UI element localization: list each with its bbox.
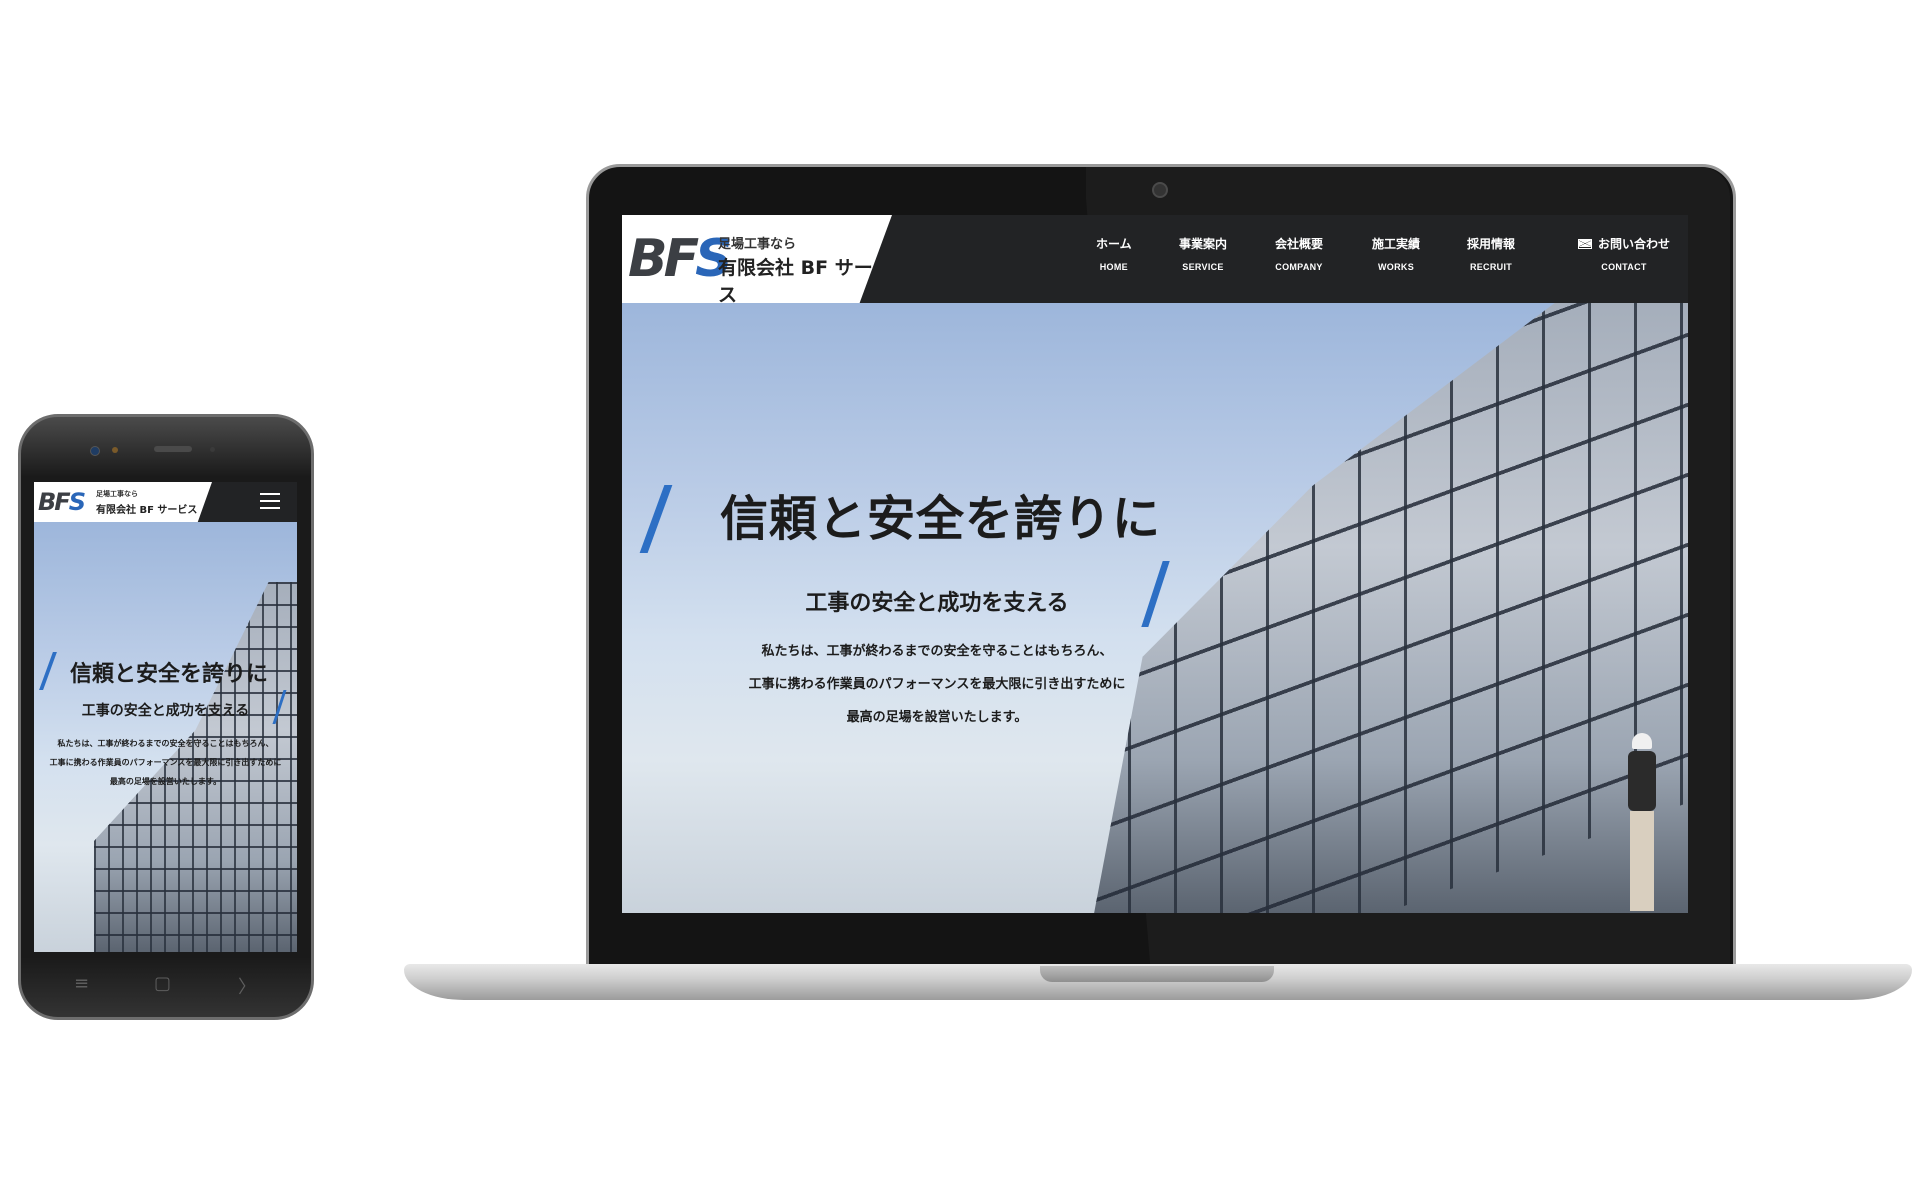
hero-body-line: 私たちは、工事が終わるまでの安全を守ることはもちろん、 (57, 739, 274, 748)
nav-home[interactable]: ホーム HOME (1096, 235, 1132, 272)
nav-service[interactable]: 事業案内 SERVICE (1179, 235, 1227, 272)
mail-icon (1578, 239, 1592, 249)
mobile-logo-area[interactable]: BFS 足場工事なら 有限会社 BF サービス (34, 482, 212, 522)
hero-body: 私たちは、工事が終わるまでの安全を守ることはもちろん、 工事に携わる作業員のパフ… (34, 734, 297, 791)
menu-bar (260, 493, 280, 495)
nav-company[interactable]: 会社概要 COMPANY (1275, 235, 1323, 272)
accent-slash (639, 485, 673, 553)
nav-label: お問い合わせ (1598, 237, 1671, 251)
hero-section: 信頼と安全を誇りに 工事の安全と成功を支える 私たちは、工事が終わるまでの安全を… (622, 303, 1688, 913)
company-name: 有限会社 BF サービス (96, 505, 198, 516)
hero-headline: 信頼と安全を誇りに (720, 491, 1162, 547)
logo-area[interactable]: BFS 足場工事なら 有限会社 BF サービス (622, 215, 892, 303)
laptop-opening-notch (1040, 966, 1274, 982)
bfs-logo: BFS (38, 488, 86, 516)
nav-contact-row: お問い合わせ (1578, 235, 1670, 252)
nav-sublabel: SERVICE (1182, 262, 1224, 272)
nav-recruit[interactable]: 採用情報 RECRUIT (1467, 235, 1515, 272)
bfs-logo: BFS (628, 229, 733, 289)
laptop-screen: BFS 足場工事なら 有限会社 BF サービス ホーム HOME 事業案内 SE… (622, 215, 1688, 913)
nav-label: 事業案内 (1179, 237, 1228, 251)
phone-sensor (210, 447, 215, 452)
menu-bar (260, 500, 280, 502)
nav-sublabel: COMPANY (1275, 262, 1323, 272)
hero-body-line: 工事に携わる作業員のパフォーマンスを最大限に引き出すために (49, 758, 282, 767)
phone-home-button[interactable]: ▢ (154, 973, 171, 994)
hero-subheadline: 工事の安全と成功を支える (81, 703, 250, 719)
accent-slash (39, 652, 57, 690)
site-header: BFS 足場工事なら 有限会社 BF サービス ホーム HOME 事業案内 SE… (622, 215, 1688, 303)
hero-worker-figure (1622, 733, 1662, 913)
nav-label: ホーム (1096, 237, 1132, 251)
phone-speaker (154, 446, 192, 452)
hero-body-line: 最高の足場を設営いたします。 (109, 777, 222, 786)
hero-subheadline: 工事の安全と成功を支える (805, 591, 1069, 616)
hero-body-line: 私たちは、工事が終わるまでの安全を守ることはもちろん、 (761, 644, 1113, 659)
phone-back-button[interactable]: 〉 (238, 973, 256, 999)
nav-sublabel: CONTACT (1601, 262, 1647, 272)
company-name: 有限会社 BF サービス (718, 257, 892, 306)
phone-screen: BFS 足場工事なら 有限会社 BF サービス 信頼と安全を誇りに 工事の安全と… (34, 482, 297, 952)
site-tagline: 足場工事なら (96, 490, 138, 498)
nav-label: 施工実績 (1372, 237, 1421, 251)
site-tagline: 足場工事なら (718, 237, 797, 252)
mobile-hero-section: 信頼と安全を誇りに 工事の安全と成功を支える 私たちは、工事が終わるまでの安全を… (34, 522, 297, 952)
worker-legs (1630, 811, 1654, 911)
hamburger-menu-icon[interactable] (260, 493, 280, 511)
nav-label: 会社概要 (1275, 237, 1324, 251)
nav-contact[interactable]: お問い合わせ CONTACT (1578, 235, 1670, 272)
phone-flash (112, 447, 118, 453)
worker-helmet (1632, 733, 1652, 749)
nav-label: 採用情報 (1467, 237, 1516, 251)
worker-body (1628, 751, 1656, 811)
nav-sublabel: RECRUIT (1469, 262, 1513, 272)
mobile-site-header: BFS 足場工事なら 有限会社 BF サービス (34, 482, 297, 522)
laptop-camera (1152, 182, 1168, 198)
nav-works[interactable]: 施工実績 WORKS (1372, 235, 1420, 272)
menu-bar (260, 507, 280, 509)
hero-body-line: 工事に携わる作業員のパフォーマンスを最大限に引き出すために (748, 677, 1126, 692)
hero-body-line: 最高の足場を設営いたします。 (846, 710, 1028, 725)
hero-headline: 信頼と安全を誇りに (70, 662, 269, 687)
phone-front-camera (90, 446, 100, 456)
nav-sublabel: WORKS (1378, 262, 1414, 272)
hero-body: 私たちは、工事が終わるまでの安全を守ることはもちろん、 工事に携わる作業員のパフ… (622, 635, 1252, 734)
nav-sublabel: HOME (1099, 262, 1128, 272)
phone-menu-button[interactable]: ≡ (74, 973, 89, 994)
